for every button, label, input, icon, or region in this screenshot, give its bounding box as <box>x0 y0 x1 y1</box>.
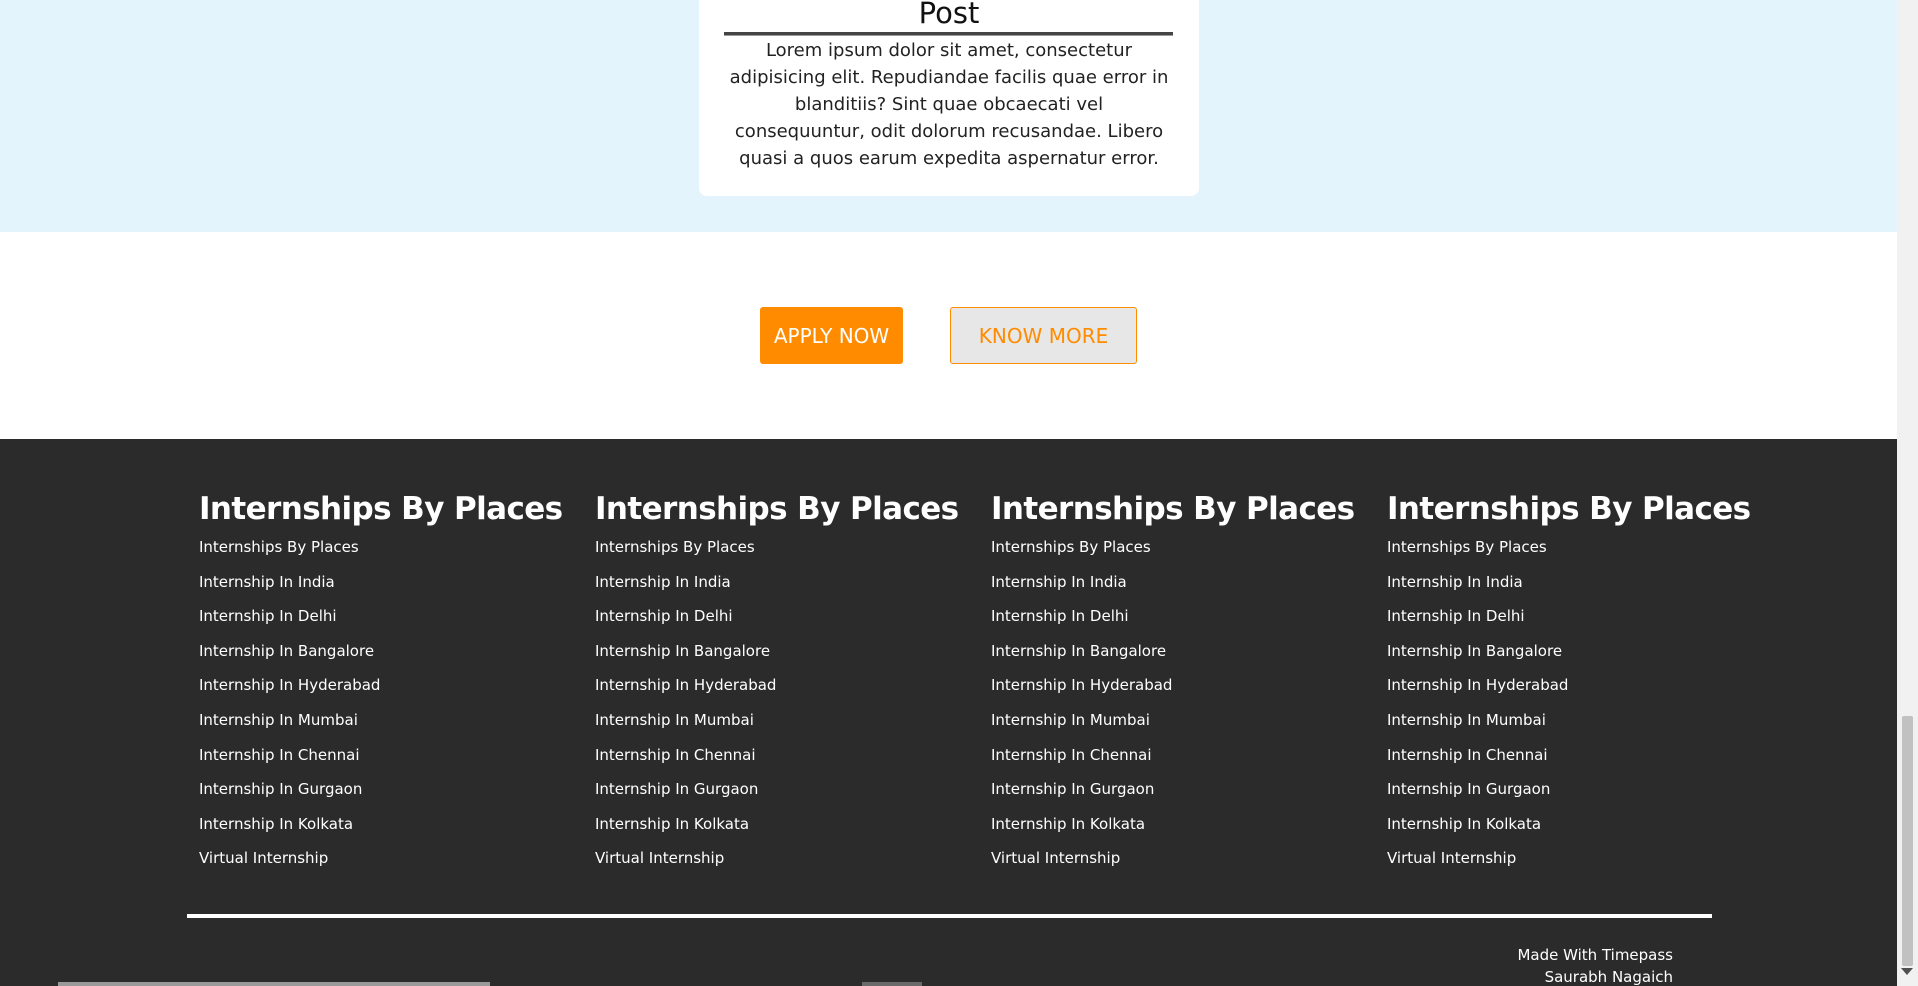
footer-link[interactable]: Internship In Hyderabad <box>595 676 776 694</box>
footer-link[interactable]: Internship In Kolkata <box>1387 815 1541 833</box>
footer-column-heading: Internships By Places <box>991 491 1355 527</box>
footer-link[interactable]: Internship In Gurgaon <box>199 780 362 798</box>
footer-credit: Made With Timepass Saurabh Nagaich <box>1517 944 1673 986</box>
footer-link[interactable]: Internship In Mumbai <box>1387 711 1546 729</box>
post-section: Post Lorem ipsum dolor sit amet, consect… <box>0 0 1897 232</box>
footer-link[interactable]: Internship In Chennai <box>595 746 756 764</box>
footer-link[interactable]: Internship In Bangalore <box>199 642 374 660</box>
footer-link[interactable]: Internship In Mumbai <box>199 711 358 729</box>
footer-link[interactable]: Internship In India <box>199 573 335 591</box>
footer-divider <box>187 914 1712 918</box>
page: Post Lorem ipsum dolor sit amet, consect… <box>0 0 1897 986</box>
scroll-down-arrow-icon[interactable] <box>1901 968 1913 975</box>
footer-link[interactable]: Internship In India <box>991 573 1127 591</box>
footer-link-list: Internships By Places Internship In Indi… <box>595 537 935 883</box>
credit-line: Made With Timepass <box>1517 946 1673 964</box>
footer-link-list: Internships By Places Internship In Indi… <box>199 537 539 883</box>
footer-link[interactable]: Internship In Kolkata <box>595 815 749 833</box>
footer-link[interactable]: Internships By Places <box>199 538 359 556</box>
footer-link[interactable]: Internship In Bangalore <box>1387 642 1562 660</box>
footer-column: Internships By Places Internships By Pla… <box>595 491 959 883</box>
know-more-button[interactable]: KNOW MORE <box>950 307 1137 364</box>
footer-link[interactable]: Internship In Bangalore <box>991 642 1166 660</box>
horizontal-scrollbar-thumb[interactable] <box>58 982 490 986</box>
footer-link[interactable]: Internships By Places <box>595 538 755 556</box>
footer-link[interactable]: Internship In Chennai <box>199 746 360 764</box>
footer-column: Internships By Places Internships By Pla… <box>1387 491 1751 883</box>
footer: Internships By Places Internships By Pla… <box>0 439 1897 986</box>
apply-now-button[interactable]: APPLY NOW <box>760 307 903 364</box>
horizontal-scroll-indicator <box>862 982 922 986</box>
post-title-divider <box>724 32 1173 36</box>
footer-link[interactable]: Internship In Gurgaon <box>991 780 1154 798</box>
footer-link[interactable]: Internship In Hyderabad <box>1387 676 1568 694</box>
post-body: Lorem ipsum dolor sit amet, consectetur … <box>729 40 1169 169</box>
footer-link[interactable]: Internship In Delhi <box>1387 607 1525 625</box>
footer-link[interactable]: Virtual Internship <box>199 849 328 867</box>
footer-column: Internships By Places Internships By Pla… <box>991 491 1355 883</box>
footer-column-heading: Internships By Places <box>595 491 959 527</box>
footer-link[interactable]: Internship In Hyderabad <box>199 676 380 694</box>
author-name: Saurabh Nagaich <box>1544 968 1673 986</box>
footer-link[interactable]: Internship In India <box>595 573 731 591</box>
footer-link[interactable]: Virtual Internship <box>991 849 1120 867</box>
footer-link[interactable]: Internship In India <box>1387 573 1523 591</box>
footer-link[interactable]: Internships By Places <box>1387 538 1547 556</box>
vertical-scrollbar[interactable] <box>1897 0 1918 986</box>
footer-link[interactable]: Internship In Bangalore <box>595 642 770 660</box>
footer-link[interactable]: Virtual Internship <box>1387 849 1516 867</box>
footer-link[interactable]: Internship In Delhi <box>991 607 1129 625</box>
vertical-scrollbar-thumb[interactable] <box>1902 716 1913 966</box>
footer-link[interactable]: Internship In Mumbai <box>595 711 754 729</box>
footer-link[interactable]: Internship In Gurgaon <box>595 780 758 798</box>
footer-link[interactable]: Internship In Delhi <box>595 607 733 625</box>
footer-column: Internships By Places Internships By Pla… <box>199 491 563 883</box>
post-title: Post <box>918 0 980 30</box>
footer-link[interactable]: Internships By Places <box>991 538 1151 556</box>
footer-link[interactable]: Internship In Kolkata <box>199 815 353 833</box>
footer-link[interactable]: Internship In Gurgaon <box>1387 780 1550 798</box>
footer-link[interactable]: Internship In Mumbai <box>991 711 1150 729</box>
post-card: Post Lorem ipsum dolor sit amet, consect… <box>699 0 1199 196</box>
footer-link[interactable]: Internship In Hyderabad <box>991 676 1172 694</box>
footer-link[interactable]: Internship In Delhi <box>199 607 337 625</box>
footer-link[interactable]: Internship In Chennai <box>1387 746 1548 764</box>
footer-column-heading: Internships By Places <box>1387 491 1751 527</box>
footer-link[interactable]: Internship In Chennai <box>991 746 1152 764</box>
footer-link[interactable]: Virtual Internship <box>595 849 724 867</box>
footer-column-heading: Internships By Places <box>199 491 563 527</box>
footer-link-list: Internships By Places Internship In Indi… <box>991 537 1331 883</box>
footer-link[interactable]: Internship In Kolkata <box>991 815 1145 833</box>
footer-link-list: Internships By Places Internship In Indi… <box>1387 537 1727 883</box>
